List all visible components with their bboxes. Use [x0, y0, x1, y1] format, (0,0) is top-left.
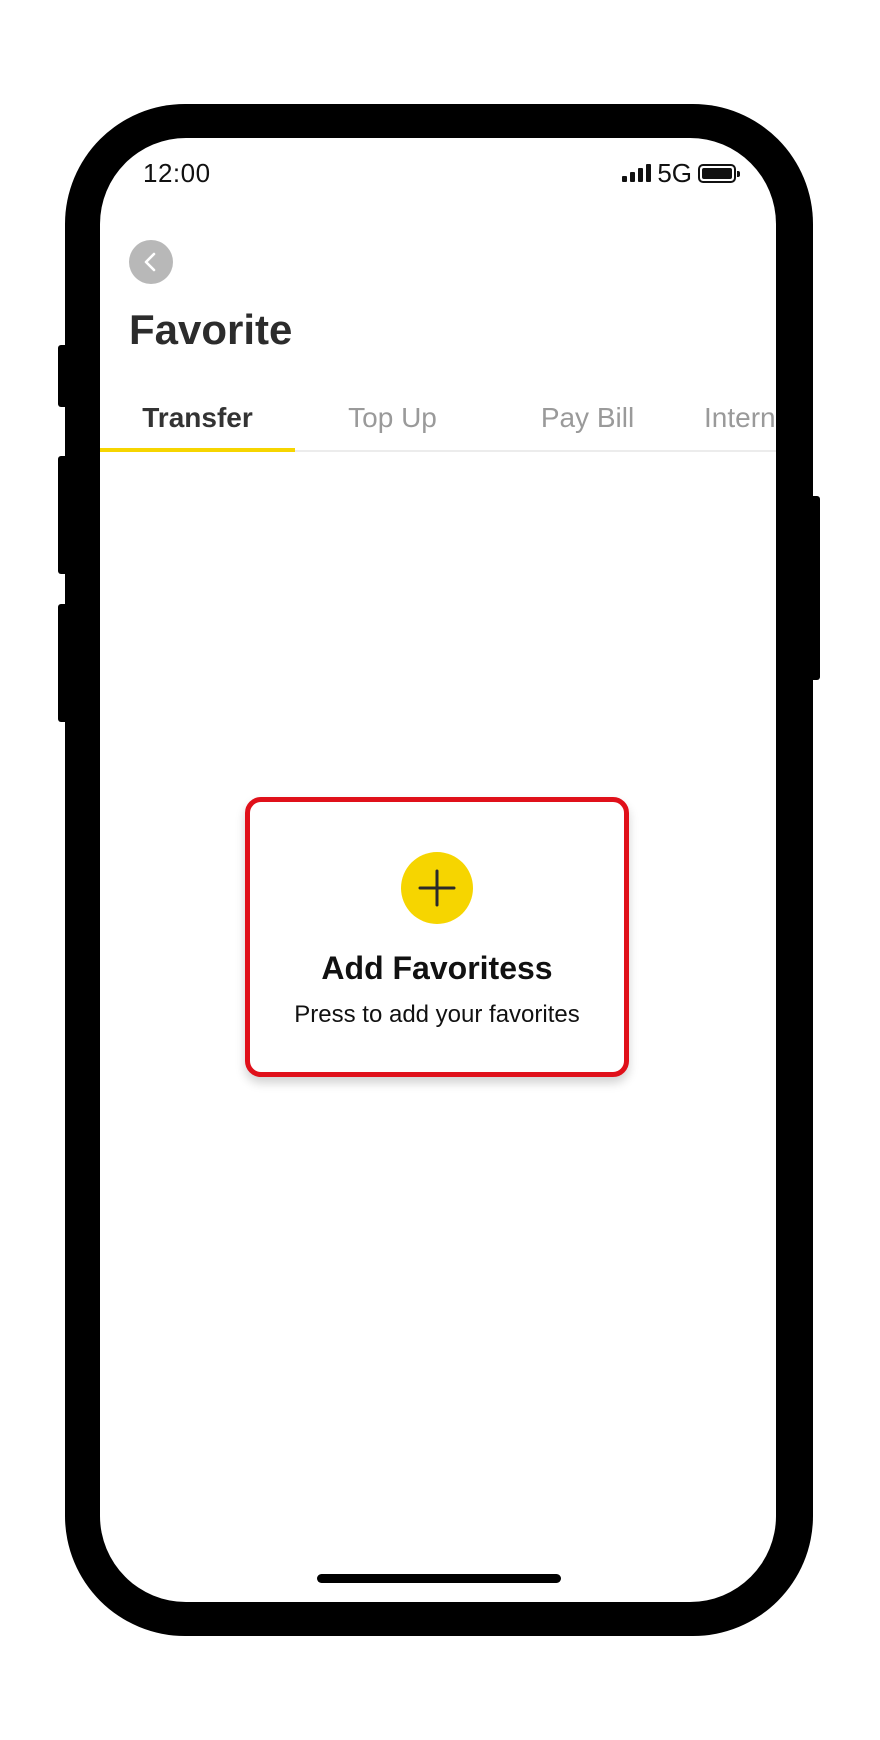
add-favorites-title: Add Favoritess [321, 950, 553, 986]
plus-icon [418, 869, 456, 907]
home-indicator[interactable] [317, 1574, 561, 1583]
signal-icon [622, 164, 652, 182]
tab-pay-bill[interactable]: Pay Bill [490, 386, 685, 450]
app-screen: 12:00 5G Favorite Transfer Top Up Pay Bi… [100, 138, 776, 1602]
tab-top-up[interactable]: Top Up [295, 386, 490, 450]
status-time: 12:00 [143, 158, 211, 188]
network-label: 5G [657, 157, 692, 188]
phone-mockup: 12:00 5G Favorite Transfer Top Up Pay Bi… [0, 0, 880, 1740]
add-favorites-card[interactable]: Add Favoritess Press to add your favorit… [245, 797, 629, 1077]
add-button[interactable] [401, 852, 473, 924]
battery-icon [698, 163, 740, 183]
back-button[interactable] [129, 240, 173, 284]
tab-transfer[interactable]: Transfer [100, 386, 295, 450]
active-tab-indicator [100, 448, 295, 452]
category-tabs: Transfer Top Up Pay Bill Intern [100, 386, 776, 452]
add-favorites-subtitle: Press to add your favorites [294, 1001, 580, 1028]
status-indicators: 5G [622, 157, 740, 188]
tab-internet[interactable]: Intern [704, 386, 776, 450]
page-title: Favorite [129, 306, 293, 353]
chevron-left-icon [144, 252, 156, 272]
